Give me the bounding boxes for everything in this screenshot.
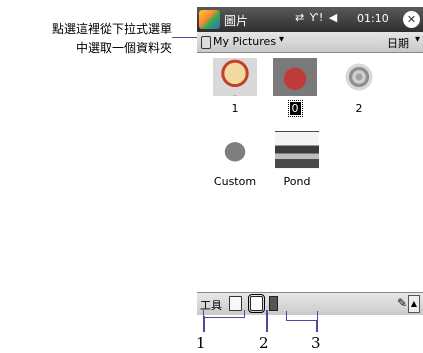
device-storage-icon[interactable]: [248, 294, 265, 313]
thumbnail-caption: Pond: [283, 175, 311, 188]
rings-image: [337, 58, 381, 96]
thumbnail-item[interactable]: 2: [329, 58, 389, 115]
sort-dropdown[interactable]: 日期: [387, 35, 409, 51]
start-menu-icon[interactable]: [199, 10, 220, 29]
thumbnail-caption: 0: [287, 100, 303, 117]
title-bar: 圖片 ⇄ Ƴ! ◀ 01:10 ✕: [197, 7, 423, 32]
chevron-down-icon[interactable]: ▾: [279, 34, 284, 45]
dog-image: [213, 131, 257, 169]
callout-pointer-line: [316, 320, 318, 332]
thumbnail-caption: Custom: [213, 175, 257, 188]
thumbnail-item[interactable]: 1: [205, 58, 265, 115]
thumbnail-item-selected[interactable]: 0: [265, 58, 325, 117]
callout-pointer-line: [266, 310, 268, 332]
thumbnail-caption: 2: [355, 102, 363, 115]
folder-icon: [201, 36, 211, 49]
thumbnail-item[interactable]: Pond: [267, 131, 327, 188]
folder-toolbar: My Pictures ▾ 日期 ▾: [197, 32, 423, 53]
callout-line-2: 中選取一個資料夾: [75, 41, 172, 55]
storage-card-icon[interactable]: [269, 296, 278, 311]
folder-dropdown[interactable]: My Pictures: [213, 35, 276, 48]
pond-image: [275, 131, 319, 169]
callout-line-1: 點選這裡從下拉式選單: [51, 22, 172, 36]
heart-image: [273, 58, 317, 96]
clown-image: [213, 58, 257, 96]
connectivity-icons[interactable]: ⇄ Ƴ! ◀: [295, 11, 338, 24]
thumbnail-item[interactable]: Custom: [205, 131, 265, 188]
thumbnail-caption: 1: [231, 102, 239, 115]
callout-pointer-line: [203, 316, 205, 332]
clock[interactable]: 01:10: [357, 12, 389, 25]
callout-number-1: 1: [196, 334, 206, 352]
callout-number-2: 2: [259, 334, 269, 352]
app-title: 圖片: [224, 14, 249, 28]
slideshow-icon[interactable]: [229, 296, 242, 311]
input-panel-icon[interactable]: ✎: [397, 296, 407, 310]
callout-text: 點選這裡從下拉式選單 中選取一個資料夾: [0, 20, 172, 58]
close-button[interactable]: ✕: [403, 11, 420, 28]
callout-number-3: 3: [311, 334, 321, 352]
callout-bracket: [203, 310, 245, 318]
input-up-arrow-icon[interactable]: ▲: [408, 295, 420, 313]
device-screen: 圖片 ⇄ Ƴ! ◀ 01:10 ✕ My Pictures ▾ 日期 ▾ 1 0…: [197, 7, 423, 315]
callout-bracket: [286, 311, 318, 321]
sort-chevron-down-icon[interactable]: ▾: [415, 34, 420, 45]
